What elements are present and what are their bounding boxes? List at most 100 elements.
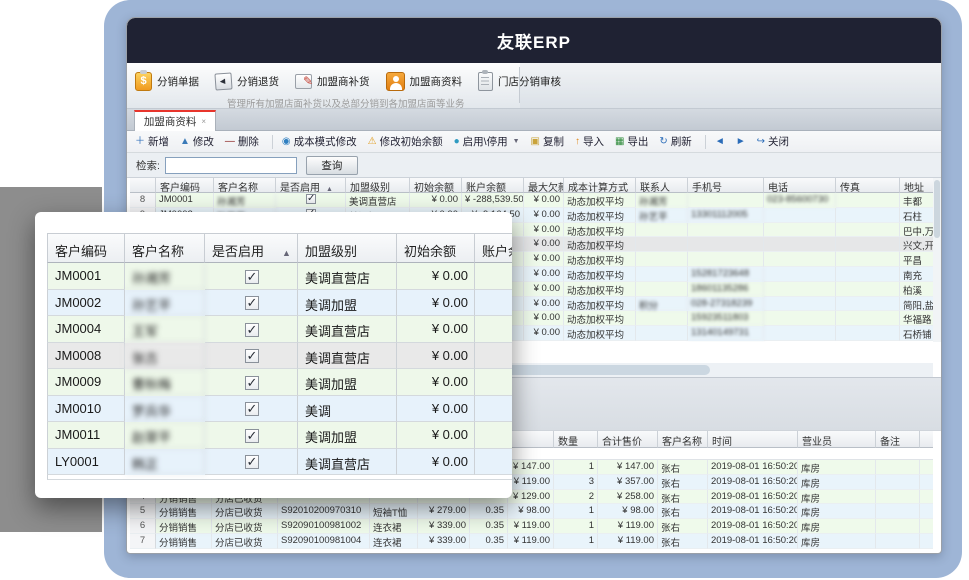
修改初始余额-button[interactable]: ⚠修改初始余额 [368,134,443,149]
column-header[interactable]: 地址 [900,178,933,193]
table-row[interactable]: JM0002孙艺平美调加盟¥ 0.00 [47,290,512,317]
checkbox-checked[interactable] [245,296,259,310]
table-cell: ¥ 0.00 [397,396,475,423]
删除-button[interactable]: —删除 [225,134,259,149]
column-header[interactable]: 初始余额 [397,233,475,263]
column-header[interactable]: 客户编码 [156,178,214,193]
column-header[interactable]: 手机号 [688,178,764,193]
table-cell: 美调直营店 [346,193,410,208]
table-cell: 动态加权平均 [564,267,636,282]
table-cell: JM0009 [47,369,125,396]
next-button[interactable]: ► [736,137,746,147]
column-header[interactable]: 营业员 [798,431,876,448]
column-header[interactable]: 账户余额 [475,233,512,263]
ribbon-buttons: 分销单据分销退货加盟商补货加盟商资料门店分销审核 [135,66,561,96]
table-cell: 分销销售 [156,519,212,534]
column-header[interactable]: 加盟级别 [346,178,410,193]
ribbon-button[interactable]: 分销退货 [215,73,279,90]
table-row[interactable]: JM0001孙湘芳美调直营店¥ 0.00 [47,263,512,290]
checkbox-checked[interactable] [245,270,259,284]
table-row[interactable]: 7分销销售分店已收货S92090100981004连衣裙¥ 339.000.35… [130,534,933,549]
column-header[interactable]: 客户名称 [214,178,276,193]
tab-close-icon[interactable]: × [201,117,206,126]
新增-button[interactable]: ＋新增 [135,134,169,149]
vertical-scrollbar[interactable] [933,178,941,342]
table-cell: JM0010 [47,396,125,423]
column-header[interactable] [508,431,554,448]
checkbox-checked[interactable] [245,376,259,390]
column-header[interactable]: 联系人 [636,178,688,193]
column-header[interactable]: 是否启用▲ [205,233,298,263]
table-cell [920,534,933,549]
table-cell: 张右 [658,519,708,534]
table-cell [836,282,900,297]
table-cell: ¥ 0.00 [524,237,564,252]
column-header[interactable]: 客户编码 [47,233,125,263]
column-header[interactable]: 合计售价 [598,431,658,448]
column-header[interactable]: 初始余额 [410,178,462,193]
column-header[interactable]: 客户名称 [658,431,708,448]
column-header[interactable]: 时间 [708,431,798,448]
search-button[interactable]: 查询 [306,156,358,175]
导入-button[interactable]: ↑导入 [575,134,604,149]
table-cell: ¥ 98.00 [508,504,554,519]
checkbox-checked[interactable] [245,349,259,363]
column-header[interactable]: 备注 [876,431,920,448]
checkbox-checked[interactable] [245,402,259,416]
table-cell [276,193,346,208]
table-row[interactable]: JM0004王军美调直营店¥ 0.00 [47,316,512,343]
table-cell: ¥ 0.00 [524,267,564,282]
table-cell: ¥ 339.00 [418,519,470,534]
table-row[interactable]: 5分销销售分店已收货S92010200970310短袖T恤¥ 279.000.3… [130,504,933,519]
table-row[interactable]: JM0009曹秋梅美调加盟¥ 0.00 [47,369,512,396]
column-header[interactable]: 加盟级别 [298,233,397,263]
table-row[interactable]: 8JM0001孙湘芳美调直营店¥ 0.00¥ -288,539.50¥ 0.00… [130,193,933,208]
toolbar-separator [705,135,706,149]
table-row[interactable]: LY0001韩正美调直营店¥ 0.00 [47,449,512,476]
toolbar-item-label: 刷新 [671,134,692,149]
column-header[interactable]: 成本计算方式 [564,178,636,193]
checkbox-checked[interactable] [245,455,259,469]
启用\停用-button[interactable]: ●启用\停用▼ [454,134,520,149]
checkbox-checked[interactable] [306,194,316,204]
checkbox-checked[interactable] [245,429,259,443]
table-cell [636,326,688,341]
成本模式修改-button[interactable]: ◉成本模式修改 [282,134,357,149]
table-cell: 分店已收货 [212,519,278,534]
checkbox-checked[interactable] [245,323,259,337]
column-header[interactable] [130,178,156,193]
table-cell: S92090100981004 [278,534,370,549]
table-cell: 动态加权平均 [564,193,636,208]
刷新-button[interactable]: ↻刷新 [659,134,691,149]
table-row[interactable]: 6分销销售分店已收货S92090100981002连衣裙¥ 339.000.35… [130,519,933,534]
导出-button[interactable]: ▦导出 [615,134,648,149]
column-header[interactable]: 电话 [764,178,836,193]
ribbon-button[interactable]: 分销单据 [135,72,199,91]
column-header[interactable]: 是否启用▲ [276,178,346,193]
table-row[interactable]: JM0010罗兵华美调¥ 0.00 [47,396,512,423]
table-cell [836,223,900,238]
column-header[interactable]: 最大欠款 [524,178,564,193]
table-cell: 1 [554,460,598,475]
table-row[interactable]: JM0011赵翠平美调加盟¥ 0.00 [47,422,512,449]
关闭-button[interactable]: ↪关闭 [757,134,789,149]
table-cell: JM0008 [47,343,125,370]
column-header[interactable] [920,431,933,448]
复制-button[interactable]: ▣复制 [531,134,564,149]
column-header[interactable]: 客户名称 [125,233,205,263]
column-header[interactable]: 传真 [836,178,900,193]
prev-button[interactable]: ◄ [715,137,725,147]
search-input[interactable] [165,157,297,174]
vertical-scrollbar-thumb[interactable] [934,180,940,238]
column-header[interactable]: 账户余额 [462,178,524,193]
table-cell: 2019-08-01 16:50:20 [708,460,798,475]
ribbon-button-label: 加盟商资料 [410,74,463,89]
tab-partner-info[interactable]: 加盟商资料 × [134,110,216,131]
ribbon-button[interactable]: 加盟商补货 [295,74,370,89]
table-cell: 库房 [798,504,876,519]
ribbon-button[interactable]: 加盟商资料 [386,72,463,91]
table-cell [475,396,512,423]
table-row[interactable]: JM0008张古美调直营店¥ 0.00 [47,343,512,370]
column-header[interactable]: 数量 [554,431,598,448]
修改-button[interactable]: ▲修改 [180,134,214,149]
